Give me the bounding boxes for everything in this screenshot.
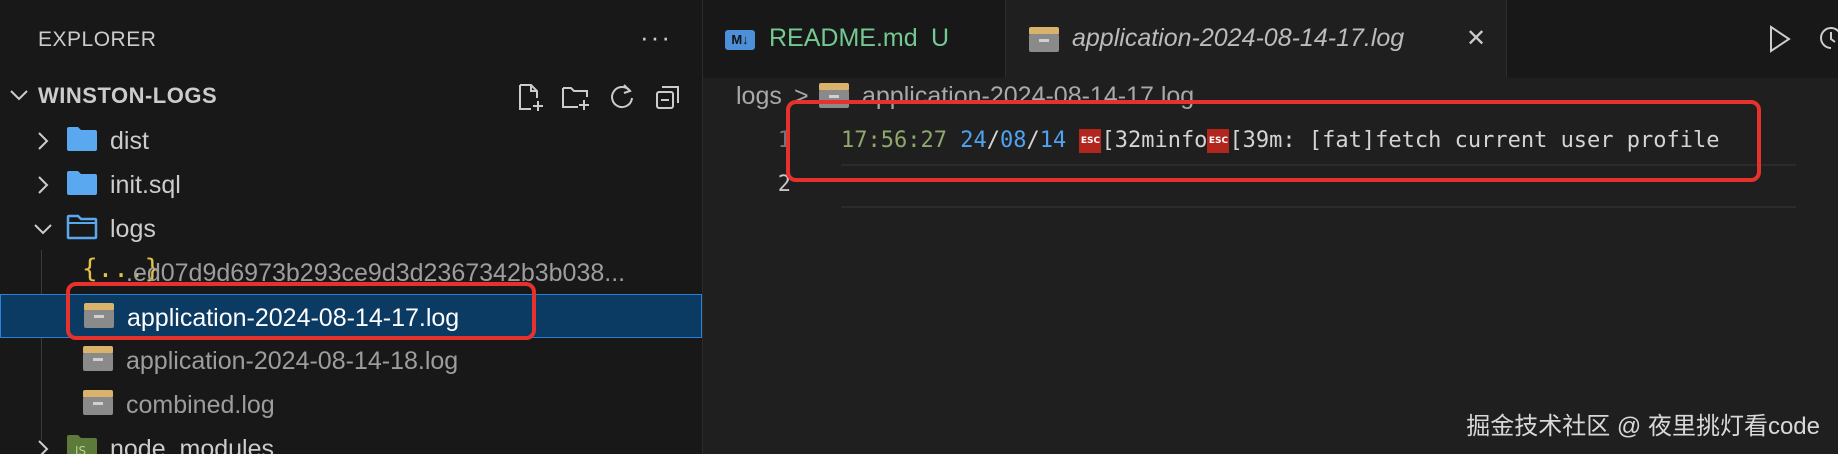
- chevron-right-icon: [36, 130, 50, 157]
- tab-readme[interactable]: M↓ README.md U: [703, 0, 1006, 78]
- tree-item-label: logs: [110, 215, 156, 243]
- tab-application-log[interactable]: application-2024-08-14-17.log ✕: [1006, 0, 1507, 78]
- highlight-box-editor: [786, 100, 1761, 182]
- node-folder-icon: JS: [66, 433, 98, 454]
- refresh-icon[interactable]: [606, 82, 638, 112]
- markdown-icon: M↓: [725, 30, 755, 50]
- log-file-icon: [82, 343, 114, 378]
- new-file-icon[interactable]: [514, 82, 546, 112]
- tree-item-label: node_modules: [110, 435, 275, 454]
- tree-item-node-modules[interactable]: JS node_modules: [0, 426, 702, 454]
- chevron-down-icon: [8, 84, 30, 111]
- close-icon[interactable]: ✕: [1466, 24, 1486, 53]
- breadcrumb-folder[interactable]: logs: [736, 82, 782, 111]
- tree-item-label: application-2024-08-14-18.log: [126, 347, 459, 375]
- log-file-icon: [1028, 24, 1060, 59]
- more-actions-icon[interactable]: ···: [640, 22, 672, 53]
- explorer-actions: [514, 82, 684, 112]
- tree-item-application-18-log[interactable]: application-2024-08-14-18.log: [0, 338, 702, 382]
- new-folder-icon[interactable]: [560, 82, 592, 112]
- line-number: 2: [777, 172, 791, 197]
- folder-icon: [66, 169, 98, 202]
- explorer-title: EXPLORER: [38, 28, 157, 51]
- tree-item-dist[interactable]: dist: [0, 118, 702, 162]
- tree-item-label: init.sql: [110, 171, 181, 199]
- tab-status-badge: U: [931, 24, 950, 52]
- tree-item-combined-log[interactable]: combined.log: [0, 382, 702, 426]
- tree-item-logs[interactable]: logs: [0, 206, 702, 250]
- log-file-icon: [82, 387, 114, 422]
- editor-tab-bar: M↓ README.md U application-2024-08-14-17…: [703, 0, 1838, 78]
- tree-item-label: dist: [110, 127, 149, 155]
- svg-text:JS: JS: [74, 444, 86, 454]
- chevron-right-icon: [36, 438, 50, 454]
- chevron-down-icon: [32, 222, 54, 241]
- history-icon[interactable]: [1815, 22, 1838, 59]
- collapse-all-icon[interactable]: [652, 82, 684, 112]
- folder-icon: [66, 125, 98, 158]
- run-icon[interactable]: [1767, 24, 1793, 59]
- workspace-root[interactable]: WINSTON-LOGS: [0, 78, 702, 114]
- explorer-sidebar: EXPLORER ··· WINSTON-LOGS dist init.sql …: [0, 0, 703, 454]
- chevron-right-icon: [36, 174, 50, 201]
- workspace-root-label: WINSTON-LOGS: [38, 83, 218, 108]
- tree-item-label: combined.log: [126, 391, 275, 419]
- folder-open-icon: [66, 213, 98, 246]
- tree-item-init-sql[interactable]: init.sql: [0, 162, 702, 206]
- tab-label: README.md: [769, 24, 918, 52]
- watermark-text: 掘金技术社区 @ 夜里挑灯看code: [1466, 413, 1820, 440]
- highlight-box-sidebar: [66, 282, 536, 340]
- tab-label: application-2024-08-14-17.log: [1072, 24, 1405, 52]
- line-number: 1: [777, 128, 791, 153]
